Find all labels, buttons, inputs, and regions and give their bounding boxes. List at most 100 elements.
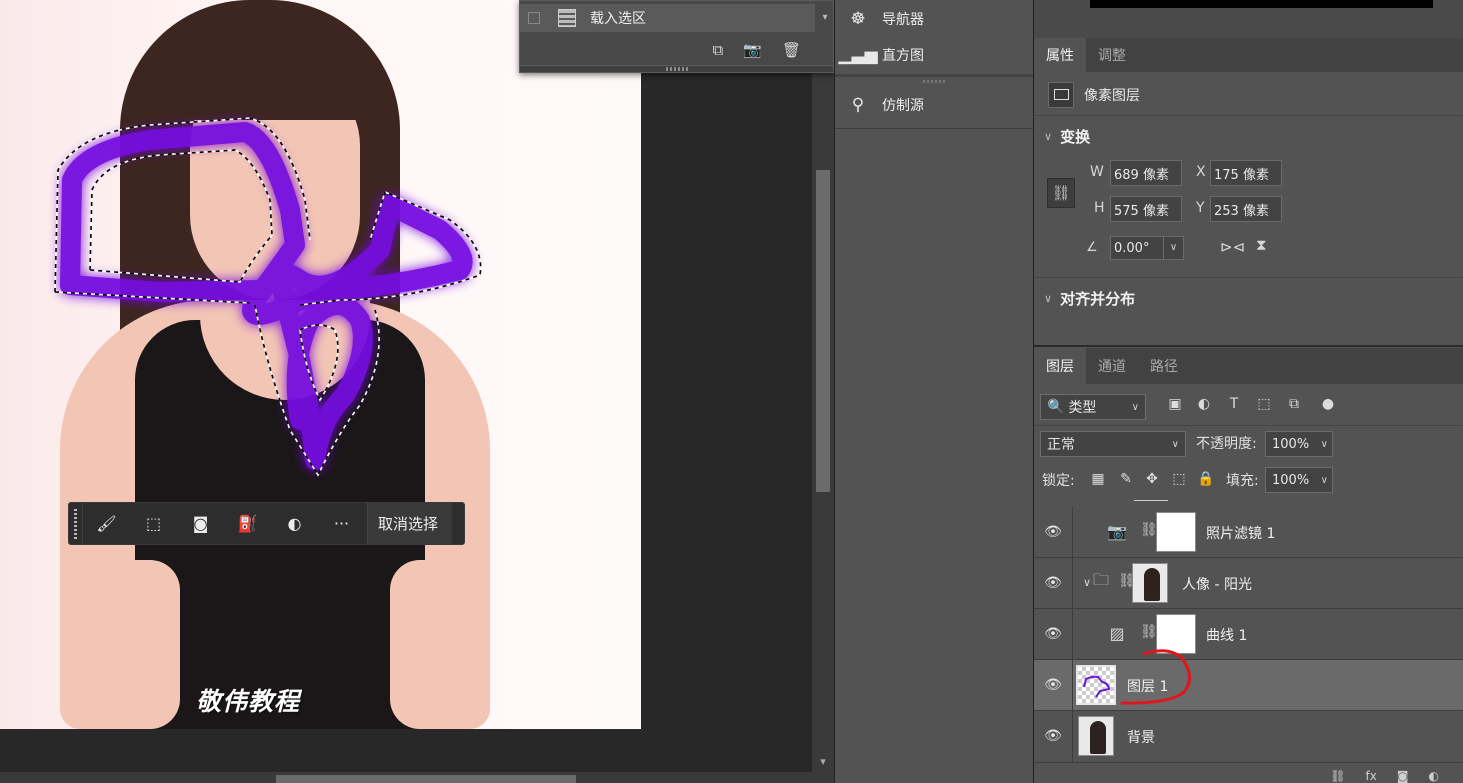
trash-icon[interactable]: 🗑 xyxy=(782,41,801,59)
document-image[interactable]: 敬伟教程 xyxy=(0,0,641,729)
layer-row-photo-filter[interactable]: 👁 📷 ⛓ 照片滤镜 1 xyxy=(1034,507,1463,558)
tab-layers[interactable]: 图层 xyxy=(1034,348,1086,384)
tab-properties[interactable]: 属性 xyxy=(1034,38,1086,72)
brush-stroke-selection xyxy=(54,117,482,477)
mask-from-selection-button[interactable]: ◙ xyxy=(177,503,224,544)
link-dimensions-toggle[interactable]: ⛓ xyxy=(1047,178,1075,208)
group-mask-thumbnail[interactable] xyxy=(1132,563,1168,603)
eye-visibility-icon[interactable]: 👁 xyxy=(1043,727,1063,745)
eye-visibility-icon[interactable]: 👁 xyxy=(1043,676,1063,694)
new-set-icon[interactable]: ⧉ xyxy=(713,41,724,59)
adjustment-filter-icon[interactable]: ◐ xyxy=(1194,394,1214,414)
type-filter-icon[interactable]: T xyxy=(1224,394,1244,414)
pixel-filter-icon[interactable]: ▣ xyxy=(1165,394,1185,414)
opacity-label: 不透明度: xyxy=(1196,436,1257,452)
clone-source-panel-button[interactable]: ⚲ 仿制源 xyxy=(835,88,1033,122)
lock-transparency-icon[interactable]: ▦ xyxy=(1088,470,1108,488)
collapsed-panels-column: ☸ 导航器 ▁▃▅ 直方图 ⚲ 仿制源 xyxy=(834,0,1034,783)
layer-thumbnail[interactable] xyxy=(1076,665,1116,705)
layer-row-portrait-group[interactable]: 👁 ∨ 🗀 ⛓ 人像 - 阳光 xyxy=(1034,558,1463,609)
lock-pixels-icon[interactable]: ✎ xyxy=(1116,470,1136,488)
tab-adjustments[interactable]: 调整 xyxy=(1086,38,1138,72)
chevron-down-icon: ∨ xyxy=(1044,292,1053,305)
paint-bucket-icon: ⛽ xyxy=(237,514,258,533)
scroll-down-arrow-icon[interactable]: ▾ xyxy=(812,752,834,772)
action-document-icon xyxy=(558,9,576,27)
y-field[interactable]: 253 像素 xyxy=(1210,196,1282,222)
layer-row-curves[interactable]: 👁 ▨ ⛓ 曲线 1 xyxy=(1034,609,1463,660)
fill-selection-button[interactable]: ⛽ xyxy=(224,503,271,544)
eye-visibility-icon[interactable]: 👁 xyxy=(1043,523,1063,541)
shape-filter-icon[interactable]: ⬚ xyxy=(1254,394,1274,414)
brush-settings-button[interactable]: 🖌 xyxy=(83,503,130,544)
actions-scroll-down-icon[interactable]: ▾ xyxy=(817,4,833,32)
histogram-panel-button[interactable]: ▁▃▅ 直方图 xyxy=(835,38,1033,72)
action-toggle-checkbox[interactable] xyxy=(528,12,540,24)
flip-vertical-icon[interactable]: ⧗ xyxy=(1256,236,1267,254)
new-adjustment-icon[interactable]: ◐ xyxy=(1429,769,1439,783)
add-mask-icon[interactable]: ◙ xyxy=(1397,769,1409,783)
link-layers-icon[interactable]: ⛓ xyxy=(1330,769,1345,783)
lock-position-icon[interactable]: ✥ xyxy=(1142,470,1162,488)
fill-field[interactable]: 100% ∨ xyxy=(1265,467,1333,493)
angle-icon: ∠ xyxy=(1086,240,1098,255)
pixel-layer-icon xyxy=(1048,81,1074,108)
navigator-icon: ☸ xyxy=(850,9,866,29)
flip-horizontal-icon[interactable]: ⊳⊲ xyxy=(1220,238,1245,256)
transform-selection-button[interactable]: ⬚ xyxy=(130,503,177,544)
y-label: Y xyxy=(1196,200,1205,216)
contextual-task-bar[interactable]: 🖌 ⬚ ◙ ⛽ ◐ ··· 取消选择 xyxy=(68,502,465,545)
blend-mode-select[interactable]: 正常 ∨ xyxy=(1040,431,1186,457)
angle-dropdown-icon[interactable]: ∨ xyxy=(1163,237,1183,259)
chain-link-icon: ⛓ xyxy=(1051,184,1071,202)
filter-toggle-icon[interactable]: ● xyxy=(1318,394,1338,414)
fill-value: 100% xyxy=(1272,472,1310,488)
blend-mode-value: 正常 xyxy=(1047,437,1075,453)
smart-object-filter-icon[interactable]: ⧉ xyxy=(1284,394,1304,414)
brush-icon: 🖌 xyxy=(96,514,117,533)
navigator-panel-button[interactable]: ☸ 导航器 xyxy=(835,2,1033,36)
deselect-button[interactable]: 取消选择 xyxy=(367,503,453,544)
actions-resize-handle[interactable] xyxy=(520,65,833,72)
transform-section-header[interactable]: ∨ 变换 xyxy=(1044,126,1090,147)
x-label: X xyxy=(1196,164,1206,180)
adjustment-layer-button[interactable]: ◐ xyxy=(271,503,318,544)
tab-channels[interactable]: 通道 xyxy=(1086,348,1138,384)
histogram-label: 直方图 xyxy=(882,48,924,64)
more-options-button[interactable]: ··· xyxy=(318,503,365,544)
chevron-down-icon: ∨ xyxy=(1320,474,1328,486)
height-label: H xyxy=(1094,200,1105,216)
horizontal-scroll-thumb[interactable] xyxy=(276,775,576,783)
layer-mask-thumbnail[interactable] xyxy=(1156,512,1196,552)
lock-artboard-icon[interactable]: ⬚ xyxy=(1169,470,1189,488)
align-section-header[interactable]: ∨ 对齐并分布 xyxy=(1044,288,1135,309)
chevron-down-icon: ∨ xyxy=(1131,401,1139,413)
adjustment-icon: ◐ xyxy=(287,514,302,533)
camera-snapshot-icon[interactable]: 📷 xyxy=(743,41,762,59)
chevron-down-icon: ∨ xyxy=(1171,438,1179,450)
action-item-row[interactable]: 载入选区 xyxy=(520,4,815,32)
panel-group-separator[interactable] xyxy=(835,74,1033,83)
opacity-field[interactable]: 100% ∨ xyxy=(1265,431,1333,457)
navigator-preview-strip xyxy=(1090,0,1433,8)
angle-field[interactable]: 0.00° ∨ xyxy=(1110,236,1184,260)
eye-visibility-icon[interactable]: 👁 xyxy=(1043,574,1063,592)
tab-paths[interactable]: 路径 xyxy=(1138,348,1190,384)
fx-icon[interactable]: fx xyxy=(1366,769,1377,783)
lock-all-icon[interactable]: 🔒 xyxy=(1196,470,1216,488)
height-field[interactable]: 575 像素 xyxy=(1110,196,1182,222)
layer-row-background[interactable]: 👁 背景 xyxy=(1034,711,1463,763)
layer-type-header: 像素图层 xyxy=(1034,74,1463,116)
vertical-scroll-thumb[interactable] xyxy=(816,170,830,492)
eye-visibility-icon[interactable]: 👁 xyxy=(1043,625,1063,643)
x-field[interactable]: 175 像素 xyxy=(1210,160,1282,186)
taskbar-grip-handle[interactable] xyxy=(69,503,83,544)
red-annotation-mark xyxy=(1120,649,1191,705)
layer-row-layer-1[interactable]: 👁 图层 1 xyxy=(1034,649,1463,711)
background-thumbnail[interactable] xyxy=(1078,716,1114,756)
divider xyxy=(835,128,1033,129)
filter-kind-select[interactable]: 🔍 类型 ∨ xyxy=(1040,394,1146,420)
transform-icon: ⬚ xyxy=(145,514,162,533)
width-field[interactable]: 689 像素 xyxy=(1110,160,1182,186)
document-canvas-area[interactable]: 敬伟教程 🖌 ⬚ ◙ ⛽ ◐ ··· 取消选择 ▾ 载入选区 ▾ ⧉ 📷 🗑 xyxy=(0,0,834,783)
